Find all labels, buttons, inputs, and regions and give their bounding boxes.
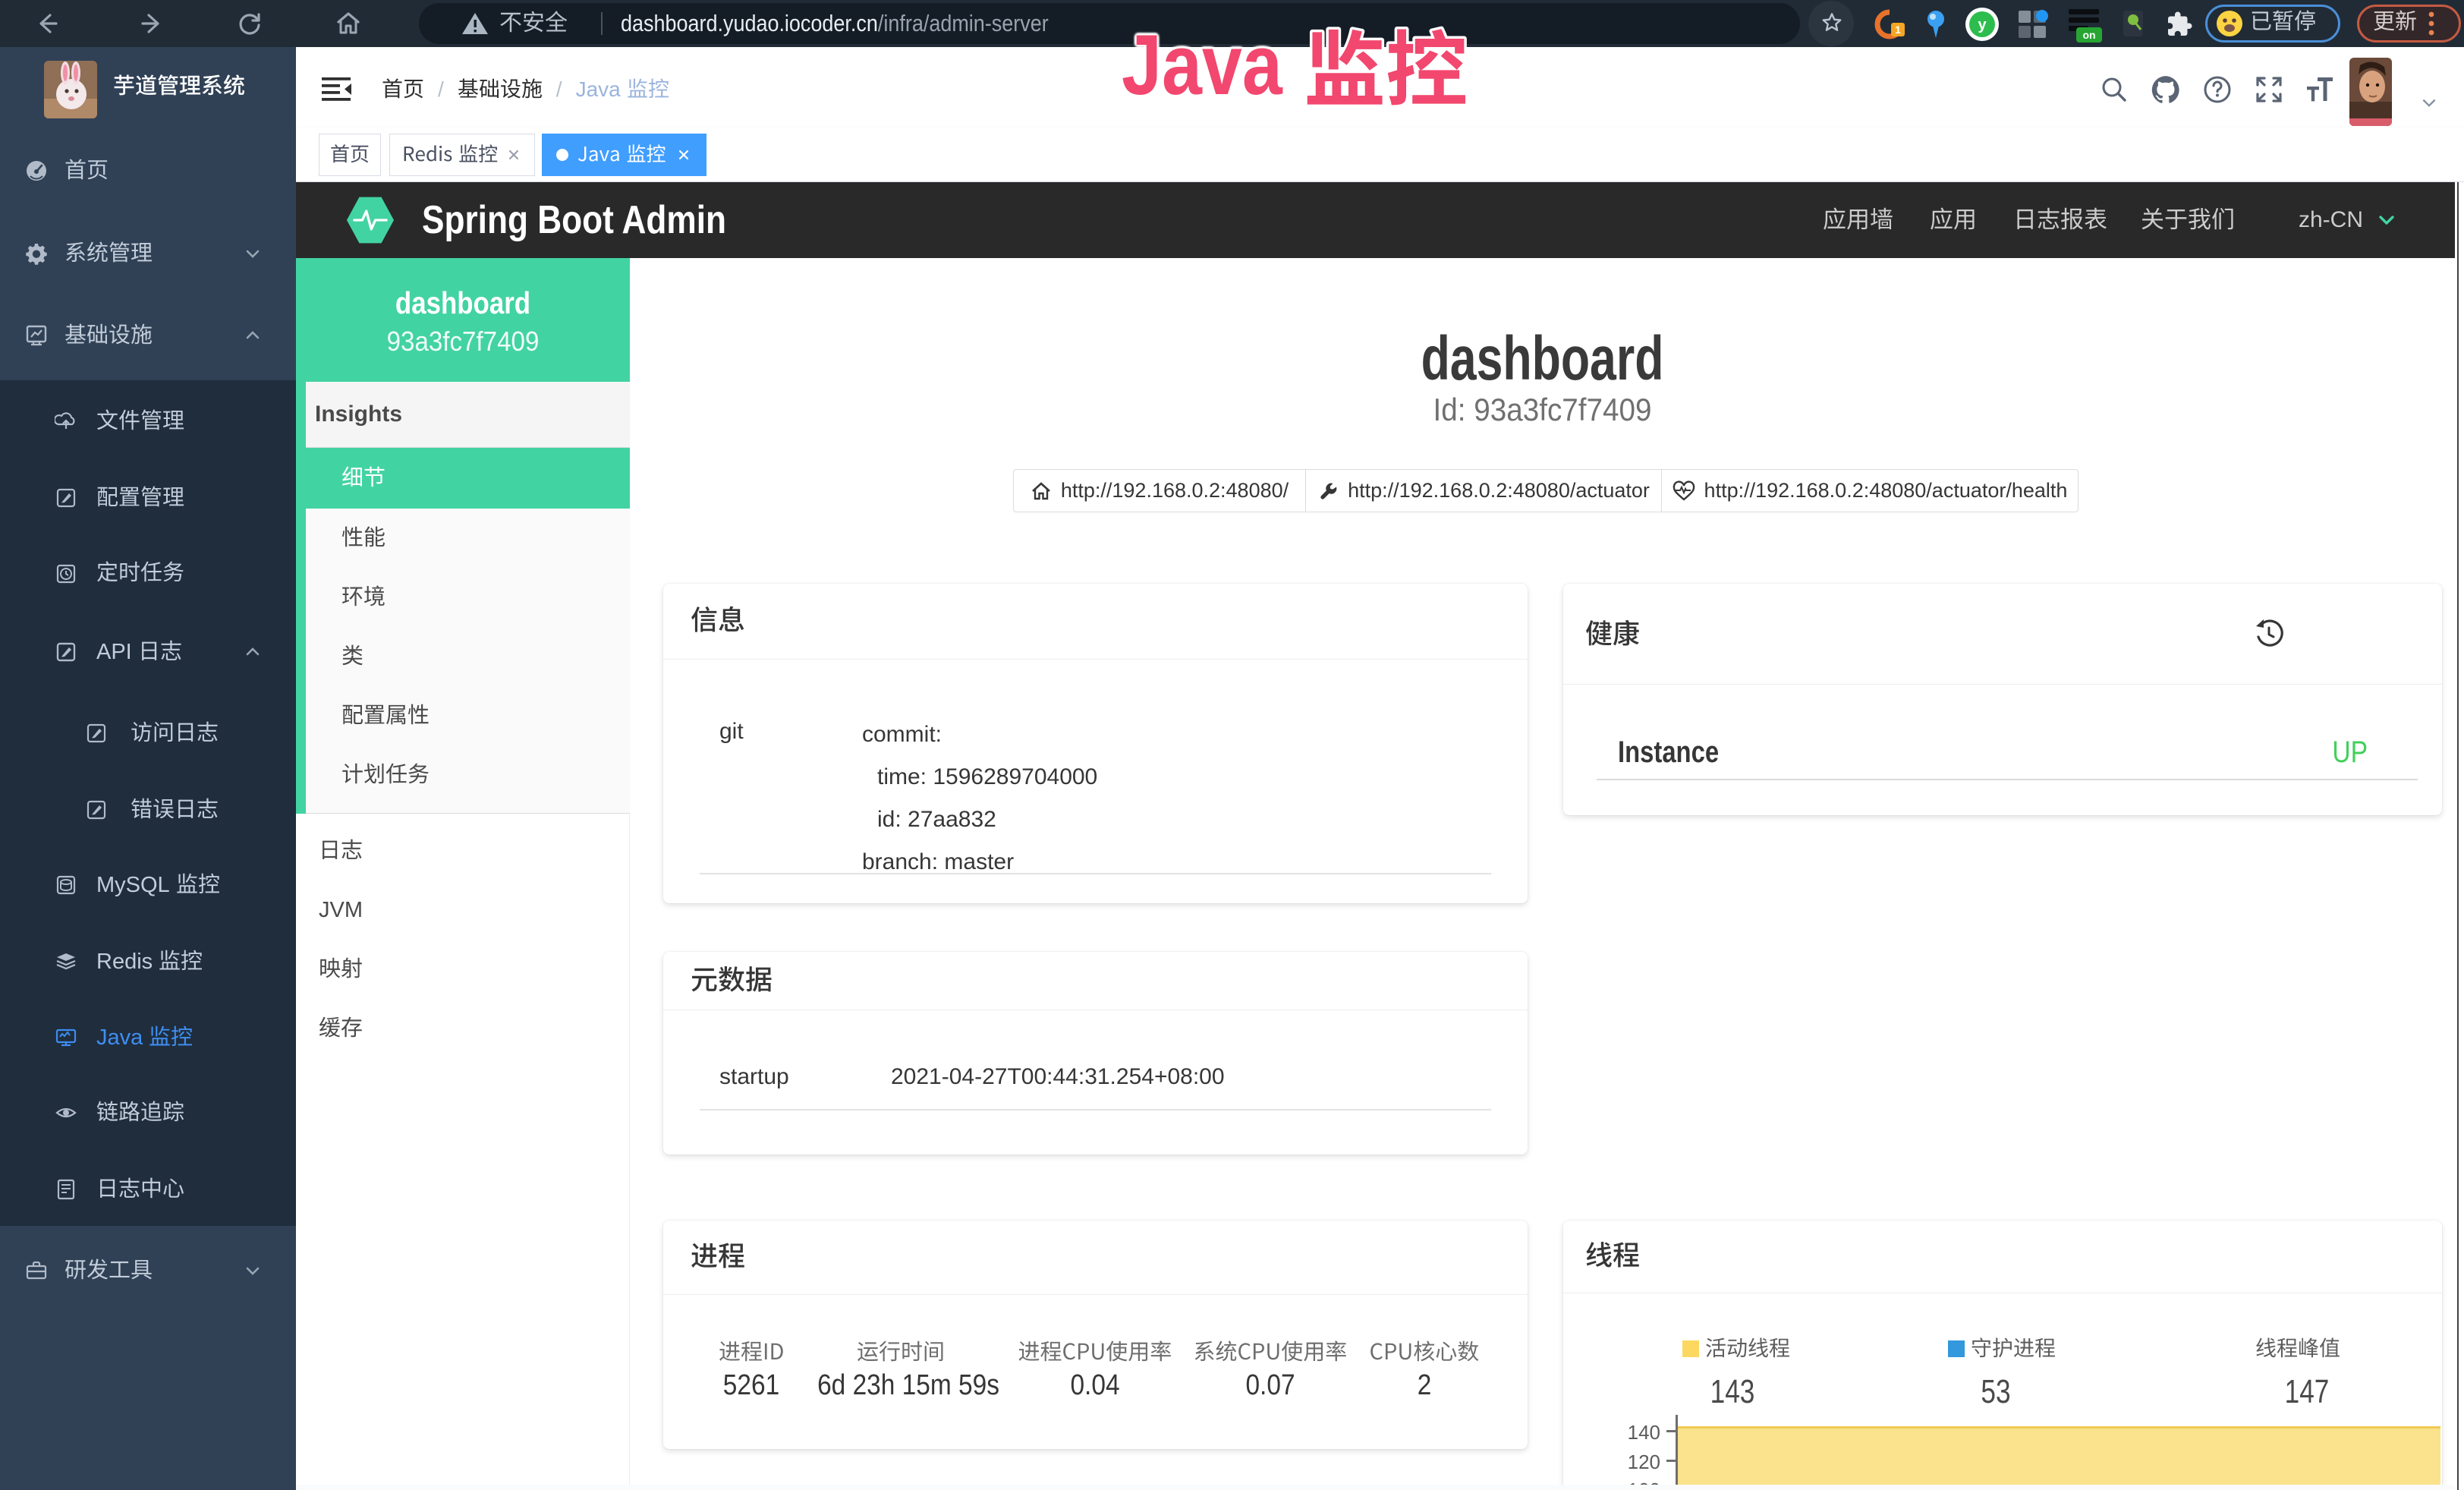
svg-text:on: on [2082,29,2095,41]
svg-text:y: y [1978,17,1987,33]
svg-text:1: 1 [1895,24,1901,36]
